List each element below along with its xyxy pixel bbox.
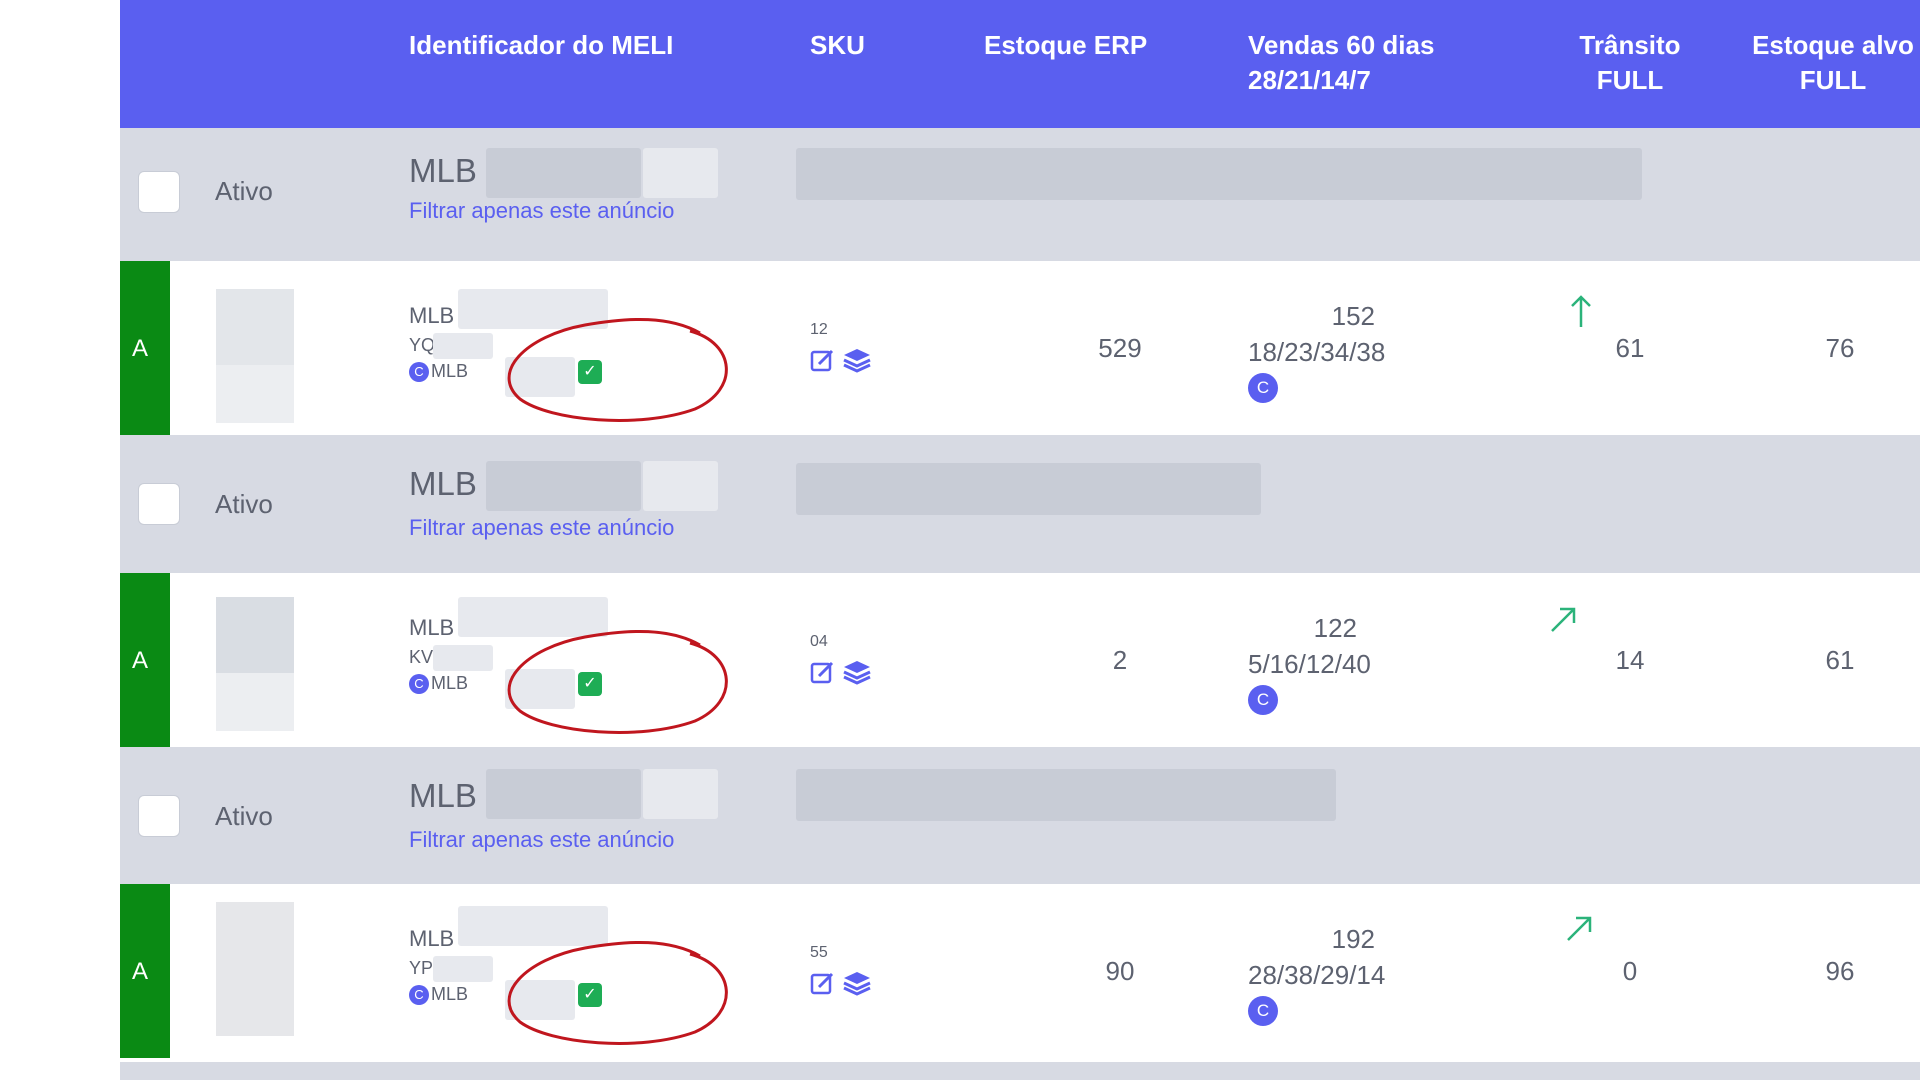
redacted-block — [433, 956, 493, 982]
table-header: Identificador do MELI SKU Estoque ERP Ve… — [120, 0, 1920, 128]
catalog-icon: C — [409, 984, 429, 1005]
item-id-line3: C MLB — [409, 984, 468, 1005]
edit-icon[interactable] — [810, 659, 836, 685]
table-row[interactable]: A MLB YP C MLB ✓ 55 90 192 28/38/29/14 C … — [120, 884, 1920, 1058]
item-id-line1: MLB — [409, 303, 455, 328]
redacted-block — [643, 461, 718, 511]
redacted-title — [796, 769, 1336, 821]
curve-badge[interactable]: C — [1248, 373, 1278, 403]
item-id-line2: YQ — [409, 335, 436, 355]
redacted-block — [643, 769, 718, 819]
group-status: Ativo — [215, 801, 273, 831]
redacted-block — [643, 148, 718, 198]
sku-count: 04 — [810, 633, 828, 650]
abc-class-badge: A — [120, 573, 170, 747]
inventory-table: Identificador do MELI SKU Estoque ERP Ve… — [120, 0, 1920, 1080]
curve-badge[interactable]: C — [1248, 685, 1278, 715]
group-listing-id: MLB — [409, 152, 477, 189]
sku-actions — [810, 970, 872, 996]
arrow-up-right-icon — [1567, 916, 1592, 941]
listing-group-row: Ativo MLB Filtrar apenas este anúncio — [120, 747, 1920, 884]
group-checkbox[interactable] — [138, 171, 180, 213]
sku-actions — [810, 347, 872, 373]
estoque-alvo-value: 96 — [1825, 956, 1855, 986]
vendas-total: 192 — [1331, 924, 1375, 954]
header-id[interactable]: Identificador do MELI — [409, 28, 673, 63]
vendas-total: 122 — [1313, 613, 1357, 643]
item-id-line3: C MLB — [409, 673, 468, 694]
check-icon[interactable]: ✓ — [578, 983, 602, 1007]
item-id-line3: C MLB — [409, 361, 468, 382]
check-icon[interactable]: ✓ — [578, 672, 602, 696]
transito-value: 14 — [1615, 645, 1645, 675]
transito-value: 0 — [1622, 956, 1638, 986]
redacted-block — [433, 645, 493, 671]
sku-actions — [810, 659, 872, 685]
estoque-erp-value: 529 — [1098, 333, 1142, 363]
header-sku[interactable]: SKU — [810, 28, 865, 63]
redacted-block — [486, 148, 641, 198]
arrow-up-icon — [1571, 295, 1591, 327]
redacted-block — [433, 333, 493, 359]
group-listing-id: MLB — [409, 777, 477, 814]
estoque-erp-value: 90 — [1105, 956, 1135, 986]
group-status: Ativo — [215, 176, 273, 206]
vendas-breakdown: 18/23/34/38 — [1248, 337, 1386, 367]
layers-icon[interactable] — [842, 659, 872, 685]
redacted-block — [458, 289, 608, 329]
listing-group-row: Ativo MLB Filtrar apenas este anúncio — [120, 435, 1920, 573]
filter-listing-link[interactable]: Filtrar apenas este anúncio — [409, 515, 674, 541]
edit-icon[interactable] — [810, 970, 836, 996]
group-listing-id: MLB — [409, 465, 477, 502]
item-id-line1: MLB — [409, 926, 455, 951]
redacted-title — [796, 463, 1261, 515]
table-row[interactable]: A MLB YQ C MLB ✓ 12 529 152 18/23/34/38 C… — [120, 261, 1920, 435]
product-thumbnail — [216, 902, 294, 1036]
layers-icon[interactable] — [842, 970, 872, 996]
group-checkbox[interactable] — [138, 795, 180, 837]
arrow-up-right-icon — [1551, 607, 1576, 632]
estoque-alvo-value: 76 — [1825, 333, 1855, 363]
group-checkbox[interactable] — [138, 483, 180, 525]
transito-value: 61 — [1615, 333, 1645, 363]
abc-class-badge: A — [120, 261, 170, 435]
redacted-block — [458, 906, 608, 946]
redacted-block — [458, 597, 608, 637]
redacted-block — [505, 357, 575, 397]
item-id-line2: KV — [409, 647, 434, 667]
product-thumbnail — [216, 597, 294, 731]
next-group-row — [120, 1062, 1920, 1080]
redacted-title — [796, 148, 1642, 200]
header-estoque-erp[interactable]: Estoque ERP — [984, 28, 1147, 63]
filter-listing-link[interactable]: Filtrar apenas este anúncio — [409, 198, 674, 224]
item-id-line2: YP — [409, 958, 434, 978]
abc-class-badge: A — [120, 884, 170, 1058]
redacted-block — [486, 769, 641, 819]
vendas-total: 152 — [1331, 301, 1375, 331]
redacted-block — [486, 461, 641, 511]
estoque-erp-value: 2 — [1112, 645, 1128, 675]
vendas-breakdown: 28/38/29/14 — [1248, 960, 1386, 990]
edit-icon[interactable] — [810, 347, 836, 373]
layers-icon[interactable] — [842, 347, 872, 373]
product-thumbnail — [216, 289, 294, 423]
redacted-block — [505, 980, 575, 1020]
curve-badge[interactable]: C — [1248, 996, 1278, 1026]
catalog-icon: C — [409, 673, 429, 694]
listing-group-row: Ativo MLB Filtrar apenas este anúncio — [120, 128, 1920, 261]
sku-count: 12 — [810, 321, 828, 338]
header-vendas[interactable]: Vendas 60 dias 28/21/14/7 — [1248, 28, 1434, 98]
vendas-breakdown: 5/16/12/40 — [1248, 649, 1371, 679]
item-id-line1: MLB — [409, 615, 455, 640]
header-estoque-alvo[interactable]: Estoque alvo FULL — [1738, 28, 1920, 98]
redacted-block — [505, 669, 575, 709]
catalog-icon: C — [409, 361, 429, 382]
check-icon[interactable]: ✓ — [578, 360, 602, 384]
estoque-alvo-value: 61 — [1825, 645, 1855, 675]
group-status: Ativo — [215, 489, 273, 519]
table-row[interactable]: A MLB KV C MLB ✓ 04 2 122 5/16/12/40 C 14… — [120, 573, 1920, 747]
header-transito[interactable]: Trânsito FULL — [1545, 28, 1715, 98]
filter-listing-link[interactable]: Filtrar apenas este anúncio — [409, 827, 674, 853]
sku-count: 55 — [810, 944, 828, 961]
